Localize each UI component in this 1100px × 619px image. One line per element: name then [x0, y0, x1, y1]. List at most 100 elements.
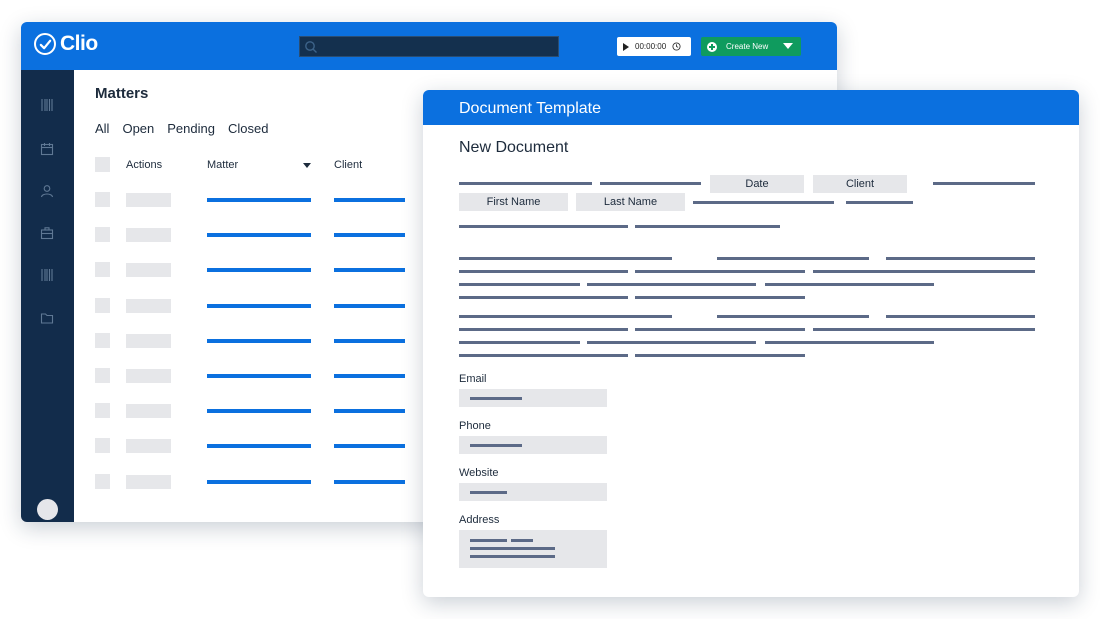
row-actions-placeholder[interactable] [126, 263, 171, 278]
row-checkbox[interactable] [95, 473, 110, 489]
website-label: Website [459, 467, 499, 479]
calendar-icon[interactable] [40, 142, 54, 156]
row-checkbox[interactable] [95, 297, 110, 313]
row-matter-link[interactable] [207, 374, 311, 378]
last-name-merge-field[interactable]: Last Name [576, 193, 685, 211]
column-header-matter[interactable]: Matter [207, 159, 238, 171]
row-checkbox[interactable] [95, 332, 110, 348]
row-checkbox[interactable] [95, 438, 110, 454]
tab-pending[interactable]: Pending [167, 121, 215, 136]
row-matter-link[interactable] [207, 444, 311, 449]
row-client-link[interactable] [334, 409, 405, 414]
text-line [635, 328, 805, 331]
play-icon[interactable] [623, 42, 629, 51]
row-actions-placeholder[interactable] [126, 228, 171, 243]
text-line [459, 270, 628, 273]
document-template-window: Document Template New Document Date Clie… [423, 90, 1079, 597]
client-merge-field[interactable]: Client [813, 175, 907, 193]
page-title: Matters [95, 85, 149, 102]
sidebar [21, 70, 74, 522]
website-field[interactable] [459, 483, 607, 501]
top-bar: Clio 00:00:00 Create New [21, 22, 837, 70]
row-actions-placeholder[interactable] [126, 193, 171, 207]
row-matter-link[interactable] [207, 198, 311, 202]
address-field[interactable] [459, 530, 607, 568]
check-circle-icon [34, 33, 56, 55]
text-line [635, 270, 805, 273]
plus-circle-icon [707, 41, 717, 52]
row-actions-placeholder[interactable] [126, 333, 171, 348]
row-client-link[interactable] [334, 374, 405, 378]
row-checkbox[interactable] [95, 262, 110, 278]
matter-filter-tabs: All Open Pending Closed [95, 121, 268, 136]
user-icon[interactable] [40, 184, 54, 198]
phone-field[interactable] [459, 436, 607, 454]
row-client-link[interactable] [334, 198, 405, 202]
create-new-label: Create New [726, 42, 769, 51]
timer-value: 00:00:00 [635, 42, 667, 51]
row-matter-link[interactable] [207, 479, 311, 484]
row-client-link[interactable] [334, 268, 405, 273]
column-header-actions[interactable]: Actions [126, 159, 162, 171]
email-label: Email [459, 373, 487, 385]
chevron-down-icon[interactable] [783, 43, 793, 49]
text-line [459, 225, 628, 228]
placeholder-line [511, 539, 533, 542]
search-input[interactable] [299, 36, 559, 57]
row-matter-link[interactable] [207, 268, 311, 273]
text-line [459, 328, 628, 331]
timer-widget[interactable]: 00:00:00 [617, 37, 691, 56]
row-checkbox[interactable] [95, 368, 110, 383]
sort-down-icon[interactable] [303, 163, 311, 168]
row-client-link[interactable] [334, 338, 405, 343]
placeholder-line [470, 539, 507, 542]
row-matter-link[interactable] [207, 303, 311, 308]
row-actions-placeholder[interactable] [126, 439, 171, 454]
text-line [635, 225, 780, 228]
row-client-link[interactable] [334, 233, 405, 238]
briefcase-icon[interactable] [40, 226, 54, 240]
row-actions-placeholder[interactable] [126, 369, 171, 383]
barcode-icon[interactable] [40, 268, 54, 282]
text-line [459, 257, 672, 260]
text-line [600, 182, 701, 185]
text-line [459, 354, 628, 357]
text-line [587, 341, 756, 344]
row-client-link[interactable] [334, 479, 405, 484]
row-actions-placeholder[interactable] [126, 474, 171, 489]
row-checkbox[interactable] [95, 403, 110, 419]
logo-text: Clio [60, 32, 98, 55]
avatar[interactable] [37, 499, 58, 520]
row-client-link[interactable] [334, 444, 405, 449]
tab-closed[interactable]: Closed [228, 121, 268, 136]
tab-all[interactable]: All [95, 121, 109, 136]
folder-icon[interactable] [40, 311, 54, 325]
create-new-button[interactable]: Create New [701, 37, 801, 56]
row-matter-link[interactable] [207, 338, 311, 343]
document-header: Document Template [423, 90, 1079, 125]
row-actions-placeholder[interactable] [126, 298, 171, 313]
placeholder-line [470, 547, 555, 550]
first-name-merge-field[interactable]: First Name [459, 193, 568, 211]
barcode-icon[interactable] [40, 98, 54, 112]
placeholder-line [470, 555, 555, 558]
select-all-checkbox[interactable] [95, 157, 110, 172]
text-line [459, 296, 628, 299]
row-checkbox[interactable] [95, 192, 110, 207]
row-checkbox[interactable] [95, 227, 110, 243]
row-matter-link[interactable] [207, 409, 311, 414]
tab-open[interactable]: Open [122, 121, 154, 136]
row-actions-placeholder[interactable] [126, 404, 171, 419]
text-line [587, 283, 756, 286]
window-title: Document Template [459, 100, 601, 117]
clock-icon [672, 42, 681, 51]
text-line [693, 201, 834, 204]
clio-logo[interactable]: Clio [34, 33, 98, 55]
text-line [717, 315, 869, 318]
email-field[interactable] [459, 389, 607, 407]
row-client-link[interactable] [334, 303, 405, 308]
row-matter-link[interactable] [207, 233, 311, 238]
column-header-client[interactable]: Client [334, 159, 362, 171]
date-merge-field[interactable]: Date [710, 175, 804, 193]
text-line [459, 283, 580, 286]
